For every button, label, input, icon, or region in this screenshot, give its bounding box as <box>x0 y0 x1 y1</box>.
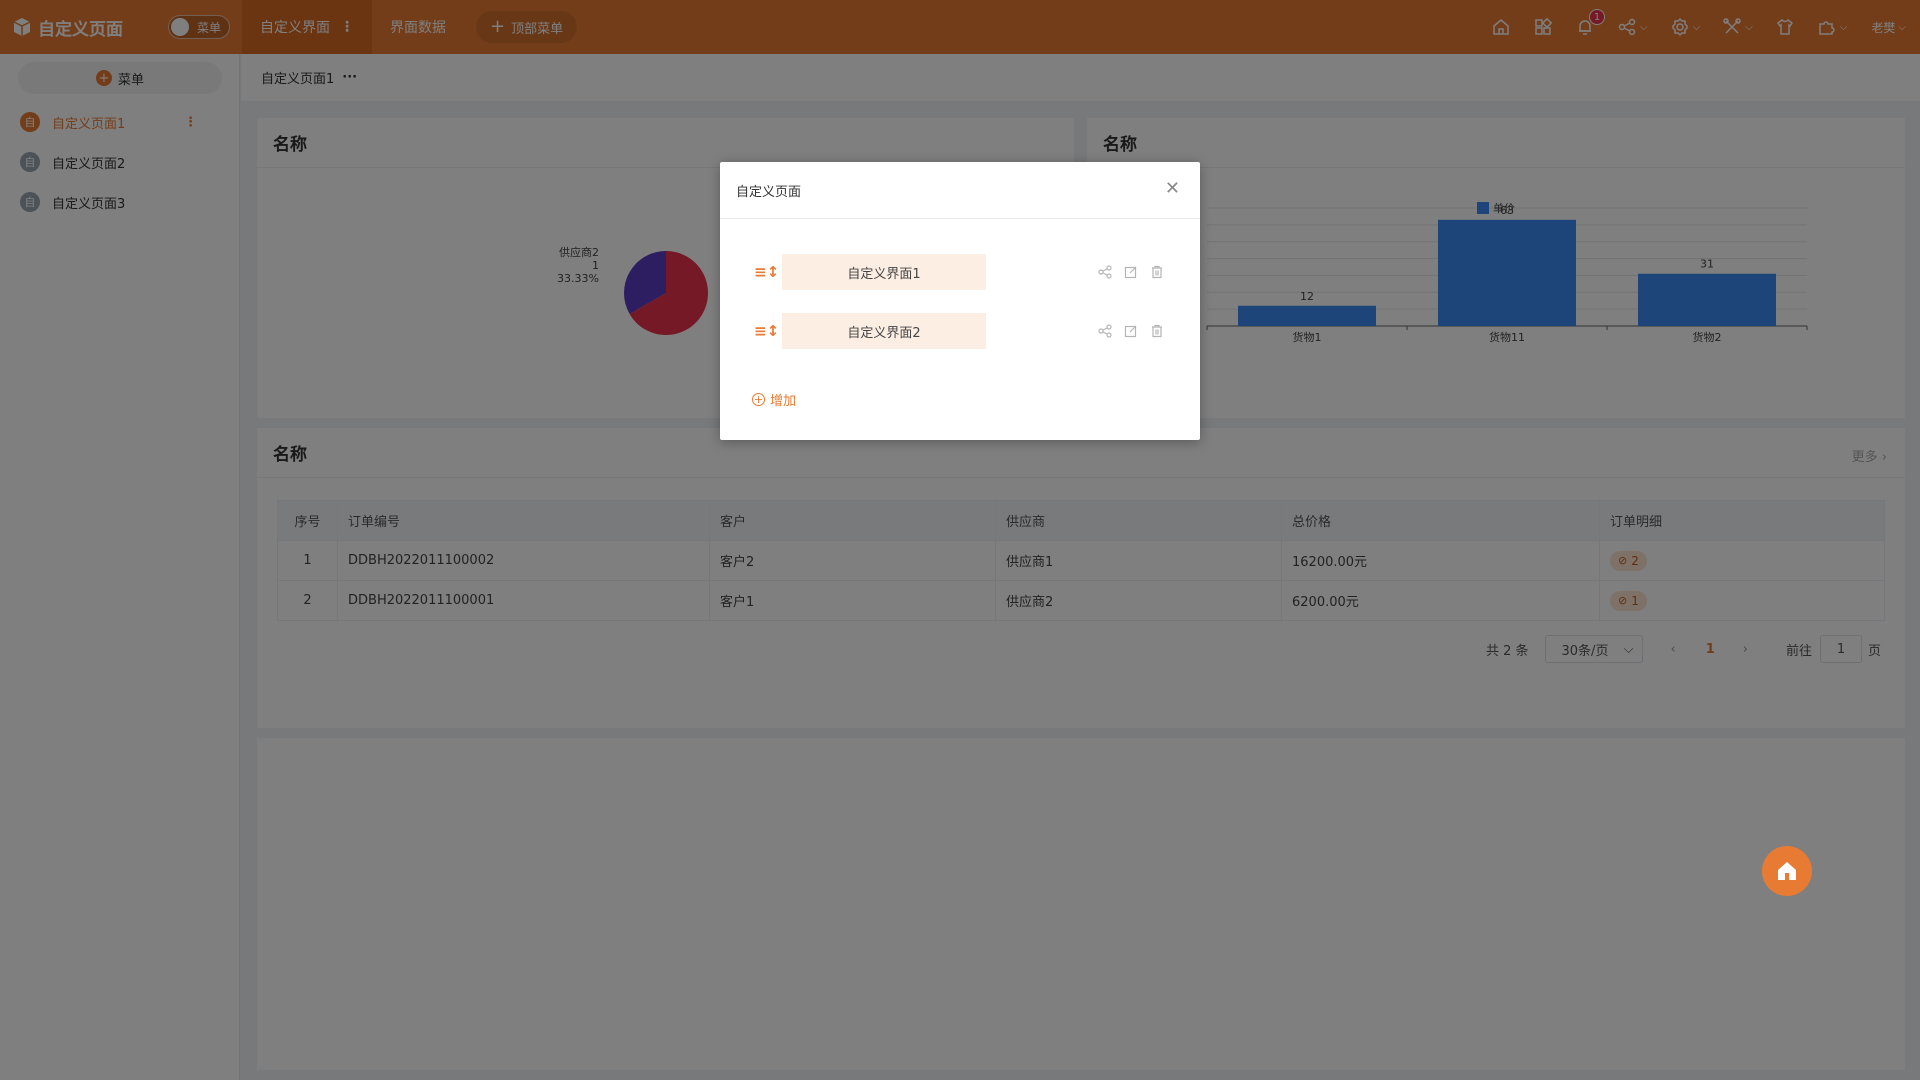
add-item-label: 增加 <box>770 394 797 409</box>
plus-circle-icon: + <box>752 393 765 406</box>
drag-handle-icon[interactable]: ≡↕ <box>754 263 779 281</box>
dialog-title: 自定义页面 <box>736 184 802 200</box>
delete-icon[interactable] <box>1150 324 1164 338</box>
add-item-button[interactable]: + 增加 <box>752 390 796 409</box>
share-icon[interactable] <box>1098 324 1112 338</box>
floating-home-button[interactable] <box>1762 846 1812 896</box>
dialog-item-actions <box>1098 324 1176 338</box>
dialog-item-name[interactable]: 自定义界面1 <box>782 254 986 290</box>
dialog-item-name[interactable]: 自定义界面2 <box>782 313 986 349</box>
dialog-item-actions <box>1098 265 1176 279</box>
edit-icon[interactable] <box>1124 265 1138 279</box>
edit-icon[interactable] <box>1124 324 1138 338</box>
drag-handle-icon[interactable]: ≡↕ <box>754 322 779 340</box>
share-icon[interactable] <box>1098 265 1112 279</box>
delete-icon[interactable] <box>1150 265 1164 279</box>
custom-page-dialog: 自定义页面 ✕ ≡↕ 自定义界面1 ≡↕ 自定义界面2 + 增加 <box>720 162 1200 440</box>
dialog-list-item: ≡↕ 自定义界面2 <box>720 313 1200 349</box>
close-icon[interactable]: ✕ <box>1165 180 1180 198</box>
dialog-header: 自定义页面 ✕ <box>720 162 1200 219</box>
dialog-list-item: ≡↕ 自定义界面1 <box>720 254 1200 290</box>
home-icon <box>1778 862 1796 880</box>
